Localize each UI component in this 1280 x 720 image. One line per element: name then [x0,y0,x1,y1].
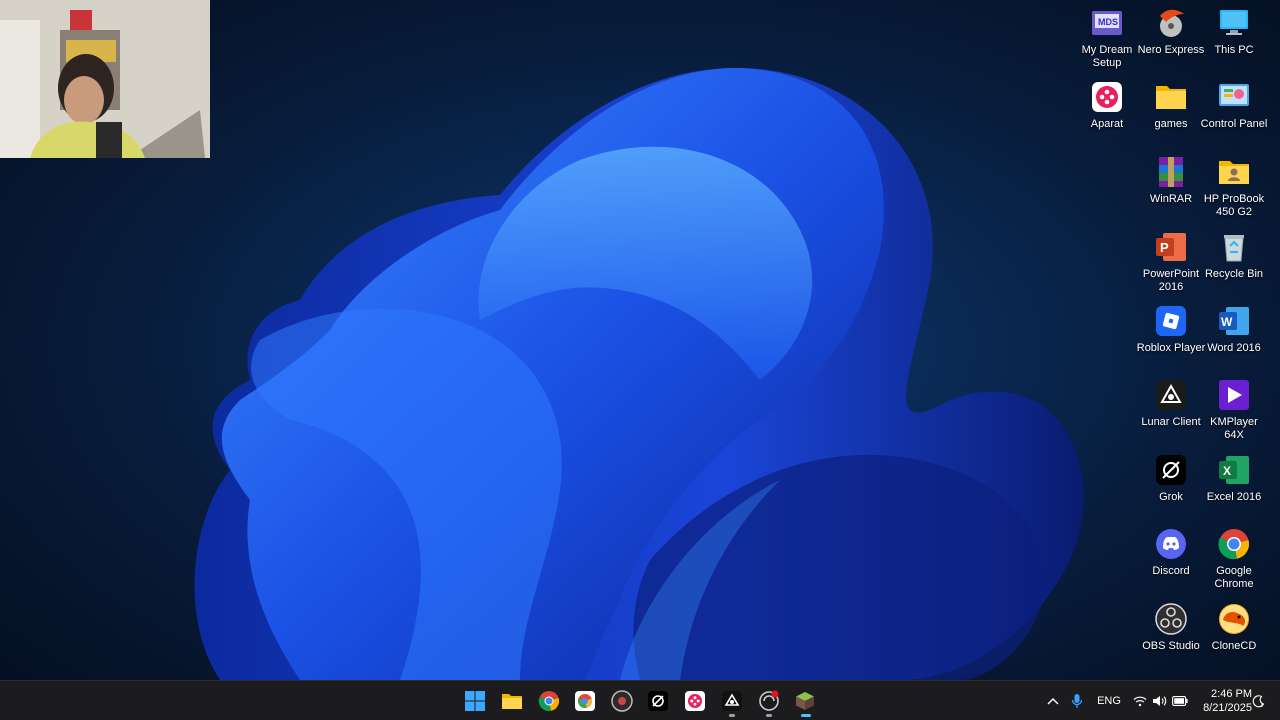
desktop-shortcut[interactable]: Aparat [1072,80,1142,131]
word-icon: W [1217,304,1251,338]
volume-icon[interactable] [1151,681,1167,720]
desktop-shortcut[interactable]: KMPlayer 64X [1199,378,1269,442]
desktop-shortcut-label: Discord [1152,565,1190,577]
desktop-shortcut[interactable]: Discord [1136,527,1206,578]
winrar-icon [1154,155,1188,189]
desktop-shortcut-label: Google Chrome [1214,565,1254,590]
roblox-icon [1154,304,1188,338]
clock[interactable]: 2:46 PM 8/21/2025 [1192,687,1252,715]
desktop-shortcut-label: HP ProBook 450 G2 [1203,193,1265,218]
aparat-icon[interactable] [683,689,707,713]
desktop-shortcut[interactable]: This PC [1199,6,1269,57]
desktop-shortcut-label: Control Panel [1200,118,1268,130]
wifi-icon[interactable] [1132,681,1148,720]
roblox-studio-icon[interactable] [757,689,781,713]
lunar-client-icon [1154,378,1188,412]
language-indicator[interactable]: ENG [1094,681,1124,720]
chromium-icon[interactable] [573,689,597,713]
svg-text:MDS: MDS [1098,17,1118,27]
desktop-shortcut-label: Excel 2016 [1206,491,1262,503]
svg-text:X: X [1223,464,1231,478]
desktop-shortcut-label: Lunar Client [1141,416,1201,428]
battery-icon[interactable] [1171,681,1189,720]
nero-express-icon [1154,6,1188,40]
desktop-shortcut[interactable]: Google Chrome [1199,527,1269,591]
desktop-shortcut-label: Word 2016 [1207,342,1261,354]
obs-icon[interactable] [610,689,634,713]
clock-time: 2:46 PM [1211,688,1252,700]
start-icon[interactable] [463,689,487,713]
do-not-disturb-icon[interactable]: z [1250,681,1266,720]
svg-text:P: P [1160,240,1169,255]
desktop-shortcut-label: OBS Studio [1142,640,1200,652]
desktop-shortcut[interactable]: Control Panel [1199,80,1269,131]
desktop-shortcut-label: WinRAR [1149,193,1193,205]
desktop-shortcut[interactable]: CloneCD [1199,602,1269,653]
webcam-feed-image [0,0,210,158]
svg-text:W: W [1221,315,1233,329]
desktop-shortcut[interactable]: Grok [1136,453,1206,504]
excel-icon: X [1217,453,1251,487]
desktop-shortcut-label: Aparat [1090,118,1124,130]
desktop-shortcut[interactable]: Nero Express [1136,6,1206,57]
discord-icon [1154,527,1188,561]
powerpoint-icon: P [1154,230,1188,264]
grok-icon[interactable] [646,689,670,713]
chrome-icon [1217,527,1251,561]
file-explorer-icon[interactable] [500,689,524,713]
folder-icon [1154,80,1188,114]
desktop-shortcut[interactable]: P PowerPoint 2016 [1136,230,1206,294]
minecraft-icon[interactable] [793,689,817,713]
desktop-shortcut[interactable]: games [1136,80,1206,131]
desktop-shortcut-label: Nero Express [1137,44,1205,56]
desktop-shortcut-label: KMPlayer 64X [1210,416,1258,441]
desktop-shortcut[interactable]: MDS My Dream Setup [1072,6,1142,70]
desktop-shortcut[interactable]: OBS Studio [1136,602,1206,653]
desktop-shortcut-label: Roblox Player [1136,342,1206,354]
desktop-shortcut-label: My Dream Setup [1081,44,1133,69]
my-dream-setup-icon: MDS [1090,6,1124,40]
lunar-client-icon[interactable] [720,689,744,713]
show-hidden-icons-chevron-icon[interactable] [1044,681,1062,720]
desktop-shortcut-label: Grok [1159,491,1183,503]
aparat-icon [1090,80,1124,114]
desktop-shortcut[interactable]: W Word 2016 [1199,304,1269,355]
clock-date: 8/21/2025 [1203,702,1252,714]
desktop-shortcut-label: PowerPoint 2016 [1142,268,1200,293]
desktop-shortcut[interactable]: Roblox Player [1136,304,1206,355]
taskbar: ENG 2:46 PM 8/21/2025 z [0,680,1280,720]
microphone-icon[interactable] [1068,681,1086,720]
recycle-bin-icon [1217,230,1251,264]
control-panel-icon [1217,80,1251,114]
desktop-shortcut-label: games [1154,118,1188,130]
desktop-shortcut[interactable]: Lunar Client [1136,378,1206,429]
webcam-overlay [0,0,210,158]
clonecd-icon [1217,602,1251,636]
chrome-icon[interactable] [537,689,561,713]
obs-icon [1154,602,1188,636]
desktop-shortcut-label: Recycle Bin [1204,268,1264,280]
desktop-shortcut[interactable]: WinRAR [1136,155,1206,206]
desktop-shortcut[interactable]: Recycle Bin [1199,230,1269,281]
grok-icon [1154,453,1188,487]
this-pc-icon [1217,6,1251,40]
kmplayer-icon [1217,378,1251,412]
desktop-shortcut[interactable]: HP ProBook 450 G2 [1199,155,1269,219]
desktop-shortcut[interactable]: X Excel 2016 [1199,453,1269,504]
desktop-shortcut-label: CloneCD [1211,640,1257,652]
desktop-shortcut-label: This PC [1214,44,1254,56]
user-folder-icon [1217,155,1251,189]
